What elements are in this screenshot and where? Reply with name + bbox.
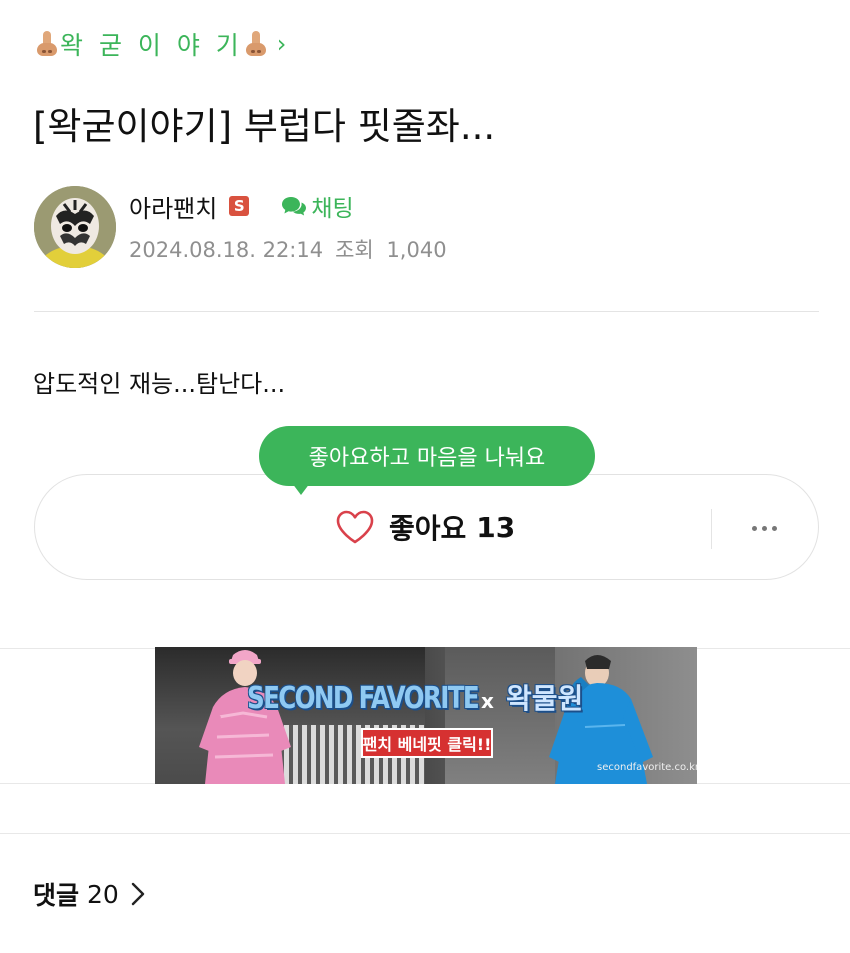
- author-name[interactable]: 아라팬치: [129, 189, 217, 224]
- post-date: 2024.08.18. 22:14: [129, 238, 324, 262]
- comments-count: 20: [87, 879, 119, 909]
- post-meta: 2024.08.18. 22:14 조회 1,040: [129, 234, 447, 264]
- avatar[interactable]: [34, 186, 116, 268]
- comments-label: 댓글: [33, 881, 80, 910]
- more-options-button[interactable]: [740, 511, 788, 545]
- banner-x: x: [481, 689, 494, 713]
- member-level-badge: S: [229, 196, 250, 216]
- chevron-right-icon: ›: [276, 30, 287, 58]
- like-tooltip-tail: [292, 483, 310, 495]
- dot-icon: [771, 525, 777, 531]
- like-bar: 좋아요 13: [34, 474, 819, 580]
- board-link[interactable]: 왁 굳 이 야 기 ›: [34, 28, 286, 60]
- like-divider: [711, 509, 712, 549]
- header-divider: [34, 311, 819, 312]
- section-divider: [0, 833, 850, 834]
- nose-emoji-icon: [36, 30, 58, 58]
- author-row: 아라팬치 S 채팅: [129, 189, 354, 224]
- banner-brand: SECOND FAVORITE: [247, 681, 480, 716]
- chat-label: 채팅: [311, 196, 354, 222]
- chat-button[interactable]: 채팅: [281, 189, 354, 223]
- post-body: 압도적인 재능...탐난다...: [33, 370, 286, 398]
- chevron-right-icon: [131, 882, 145, 906]
- views-label: 조회: [335, 238, 374, 262]
- board-name: 왁 굳 이 야 기: [60, 31, 243, 60]
- ad-banner[interactable]: SECOND FAVORITE x 왁물원 팬치 베네핏 클릭!! second…: [155, 647, 697, 784]
- views-count: 1,040: [386, 238, 447, 262]
- nose-emoji-icon: [245, 30, 267, 58]
- comments-link[interactable]: 댓글 20: [33, 877, 145, 911]
- like-tooltip: 좋아요하고 마음을 나눠요: [259, 426, 595, 486]
- dot-icon: [751, 525, 757, 531]
- like-button[interactable]: 좋아요 13: [335, 475, 515, 579]
- banner-brand-2: 왁물원: [506, 682, 584, 715]
- dot-icon: [761, 525, 767, 531]
- post-title: [왁굳이야기] 부럽다 핏줄좌...: [33, 105, 496, 148]
- chat-bubble-icon: [282, 197, 307, 216]
- like-count: 13: [476, 510, 516, 544]
- heart-icon: [336, 510, 374, 544]
- banner-url: secondfavorite.co.kr: [597, 762, 697, 773]
- banner-cta[interactable]: 팬치 베네핏 클릭!!: [361, 728, 493, 758]
- like-label: 좋아요: [389, 512, 467, 545]
